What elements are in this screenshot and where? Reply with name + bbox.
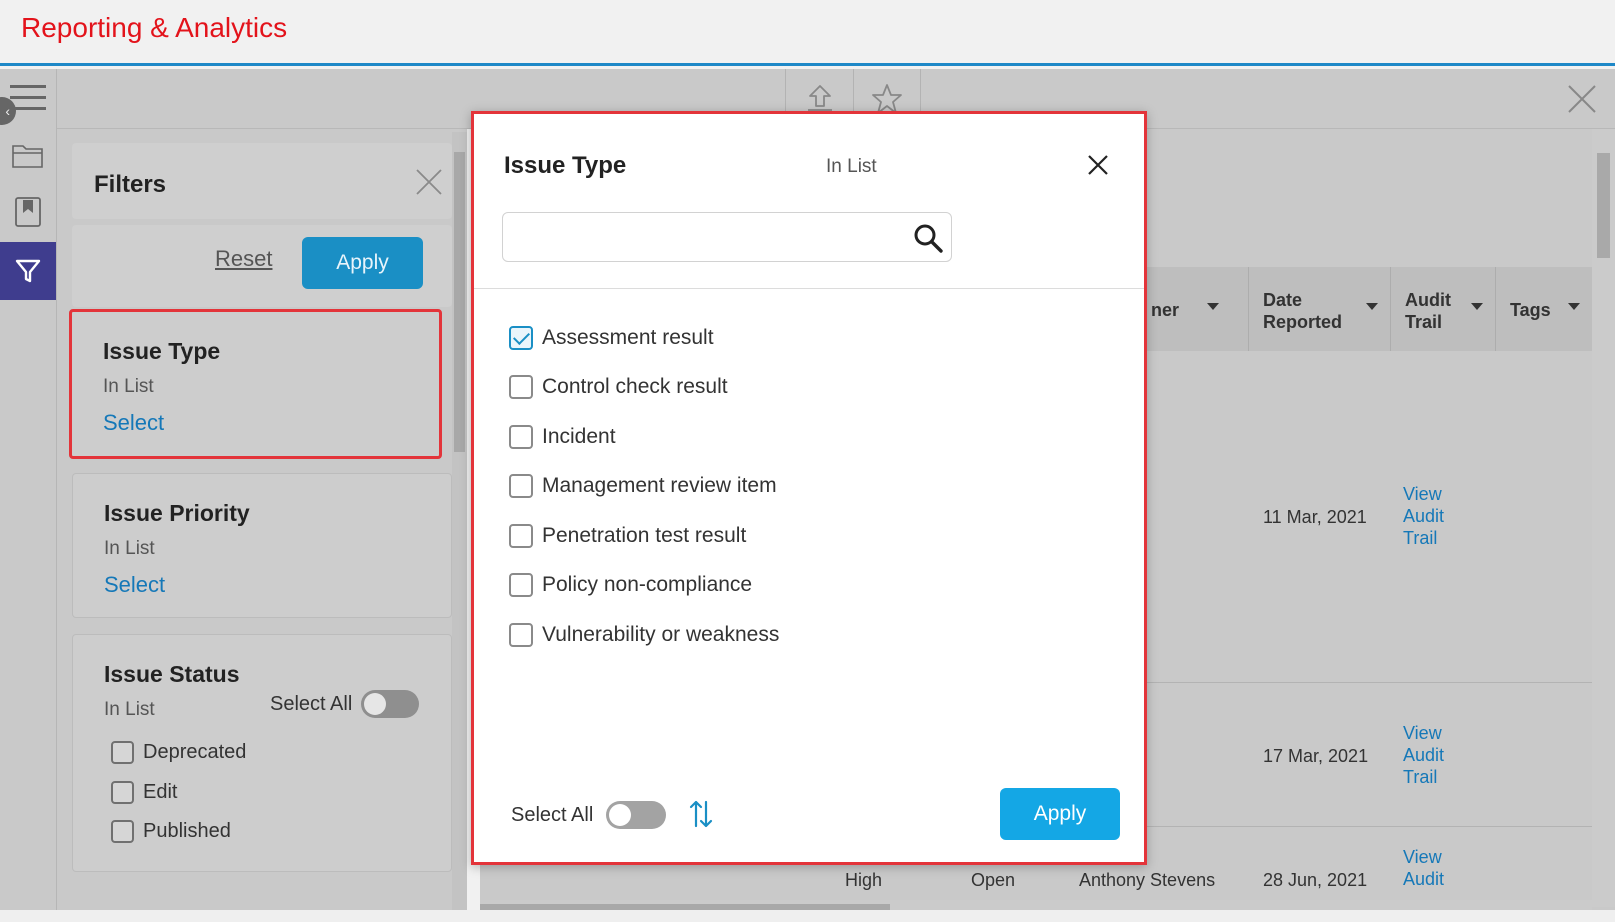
- top-bar: Reporting & Analytics: [0, 0, 1615, 66]
- chevron-left-icon: ‹: [5, 103, 10, 119]
- filter-name: Issue Priority: [104, 500, 250, 526]
- search-box: [502, 212, 952, 262]
- filter-card-issue-type: Issue Type In List Select: [69, 309, 442, 459]
- checkbox[interactable]: [509, 474, 533, 498]
- option-control-check-result[interactable]: Control check result: [509, 372, 728, 402]
- select-all-toggle[interactable]: [606, 801, 666, 829]
- filter-operator: In List: [103, 376, 154, 397]
- caret-down-icon: [1207, 303, 1219, 310]
- left-rail: ‹: [0, 69, 57, 922]
- filter-card-issue-priority: Issue Priority In List Select: [72, 473, 452, 618]
- filters-pane: Filters Reset Apply Issue Type In List S…: [57, 129, 467, 922]
- close-filters-button[interactable]: [414, 167, 444, 197]
- checkbox[interactable]: [509, 524, 533, 548]
- option-vulnerability-or-weakness[interactable]: Vulnerability or weakness: [509, 620, 779, 650]
- scroll-thumb[interactable]: [1597, 153, 1610, 258]
- checkbox-checked[interactable]: [509, 326, 533, 350]
- option-penetration-test-result[interactable]: Penetration test result: [509, 521, 746, 551]
- cell-priority: High: [845, 870, 883, 890]
- caret-down-icon: [1568, 303, 1580, 310]
- sort-button[interactable]: [688, 798, 714, 830]
- select-all-toggle[interactable]: [361, 690, 419, 718]
- apply-filters-button[interactable]: Apply: [302, 237, 423, 289]
- select-all-label: Select All: [511, 804, 594, 826]
- filters-header: Filters: [72, 143, 452, 219]
- close-icon: [1568, 85, 1596, 113]
- filter-icon: [15, 259, 41, 283]
- audit-trail-link[interactable]: View Audit: [1403, 846, 1463, 890]
- filters-actions: Reset Apply: [72, 225, 452, 307]
- close-report-button[interactable]: [1565, 82, 1599, 116]
- filters-title: Filters: [94, 171, 167, 198]
- filter-select-link[interactable]: Select: [103, 410, 164, 436]
- search-button[interactable]: [911, 221, 945, 255]
- sort-icon: [689, 800, 713, 828]
- column-audit-trail[interactable]: Audit Trail: [1390, 267, 1495, 351]
- filter-operator: In List: [104, 538, 155, 559]
- status-option-edit[interactable]: Edit: [111, 779, 177, 805]
- cell-date: 17 Mar, 2021: [1263, 746, 1369, 766]
- app-title: Reporting & Analytics: [21, 12, 288, 43]
- status-option-deprecated[interactable]: Deprecated: [111, 739, 246, 765]
- search-icon: [914, 224, 943, 253]
- filter-select-link[interactable]: Select: [104, 572, 165, 598]
- cell-status: Open: [971, 870, 1016, 890]
- dialog-title: Issue Type: [504, 152, 627, 179]
- audit-trail-link[interactable]: View Audit Trail: [1403, 483, 1463, 549]
- filter-operator: In List: [104, 699, 155, 720]
- filter-button[interactable]: [0, 242, 56, 300]
- filters-scrollbar[interactable]: [452, 132, 467, 910]
- filter-card-issue-status: Issue Status In List Select All Deprecat…: [72, 634, 452, 872]
- apply-button[interactable]: Apply: [1000, 788, 1120, 840]
- checkbox[interactable]: [111, 740, 134, 764]
- audit-trail-link[interactable]: View Audit Trail: [1403, 722, 1463, 788]
- checkbox[interactable]: [111, 780, 134, 804]
- close-dialog-button[interactable]: [1085, 152, 1111, 178]
- checkbox[interactable]: [509, 375, 533, 399]
- column-date-reported[interactable]: Date Reported: [1248, 267, 1390, 351]
- status-option-published[interactable]: Published: [111, 818, 231, 844]
- cell-date: 11 Mar, 2021: [1263, 507, 1367, 527]
- cell-date: 28 Jun, 2021: [1263, 870, 1368, 890]
- close-icon: [1088, 155, 1108, 175]
- grid-vertical-scrollbar[interactable]: [1592, 129, 1615, 907]
- filter-name: Issue Type: [103, 338, 221, 364]
- checkbox[interactable]: [509, 573, 533, 597]
- option-policy-non-compliance[interactable]: Policy non-compliance: [509, 570, 752, 600]
- search-input[interactable]: [515, 223, 895, 251]
- reset-button[interactable]: Reset: [215, 246, 272, 272]
- folder-icon: [12, 145, 43, 168]
- close-icon: [416, 169, 442, 195]
- caret-down-icon: [1366, 303, 1378, 310]
- checkbox[interactable]: [509, 425, 533, 449]
- select-all-label: Select All: [270, 693, 353, 715]
- column-tags[interactable]: Tags: [1495, 267, 1592, 351]
- caret-down-icon: [1471, 303, 1483, 310]
- folder-button[interactable]: [0, 126, 56, 184]
- option-management-review-item[interactable]: Management review item: [509, 471, 777, 501]
- checkbox[interactable]: [509, 623, 533, 647]
- option-incident[interactable]: Incident: [509, 422, 616, 452]
- dialog-operator: In List: [826, 156, 877, 177]
- filter-name: Issue Status: [104, 661, 240, 687]
- cell-owner: Anthony Stevens: [1079, 870, 1216, 890]
- scroll-thumb[interactable]: [454, 152, 465, 452]
- bookmark-button[interactable]: [0, 183, 56, 241]
- column-owner[interactable]: ner: [1137, 267, 1231, 351]
- issue-type-dialog: Issue Type In List Assessment result Con…: [471, 111, 1147, 865]
- bookmark-icon: [15, 197, 41, 227]
- checkbox[interactable]: [111, 819, 134, 843]
- option-assessment-result[interactable]: Assessment result: [509, 323, 714, 353]
